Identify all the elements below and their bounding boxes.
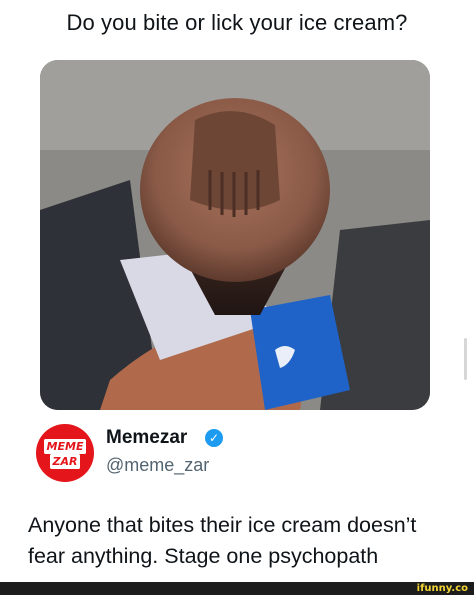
footer-bar: ifunny.co (0, 582, 474, 595)
author-handle[interactable]: @meme_zar (106, 455, 209, 476)
avatar-logo-text-1: MEME (43, 439, 87, 454)
author-name[interactable]: Memezar (106, 427, 187, 449)
ice-cream-illustration (40, 60, 430, 410)
ifunny-watermark: ifunny.co (416, 583, 468, 594)
avatar-logo-line-1: MEME (36, 439, 94, 454)
verified-badge-icon: ✓ (205, 429, 223, 447)
avatar-logo-text-2: ZAR (49, 454, 81, 469)
scrollbar-thumb[interactable] (464, 338, 467, 380)
tweet-text: Anyone that bites their ice cream doesn’… (28, 513, 417, 568)
tweet-author[interactable]: MEME ZAR Memezar ✓ @meme_zar (36, 420, 456, 490)
post-question: Do you bite or lick your ice cream? (66, 10, 408, 35)
avatar[interactable]: MEME ZAR (36, 424, 94, 482)
ice-cream-photo[interactable] (40, 60, 430, 410)
avatar-logo-line-2: ZAR (36, 454, 94, 469)
